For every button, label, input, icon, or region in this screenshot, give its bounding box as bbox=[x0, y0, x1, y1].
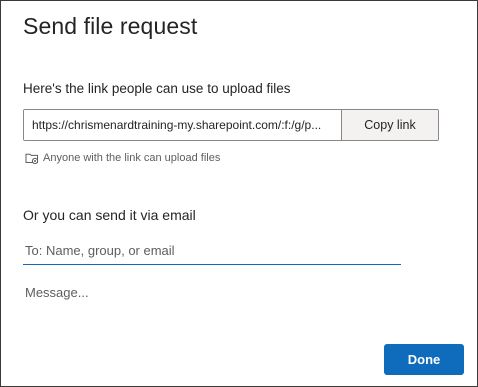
link-row: https://chrismenardtraining-my.sharepoin… bbox=[23, 109, 439, 141]
email-section-label: Or you can send it via email bbox=[23, 207, 196, 223]
send-file-request-dialog: Send file request Here's the link people… bbox=[0, 0, 478, 387]
copy-link-button[interactable]: Copy link bbox=[341, 110, 438, 140]
message-input[interactable] bbox=[23, 283, 443, 323]
link-section-label: Here's the link people can use to upload… bbox=[23, 81, 291, 96]
done-button[interactable]: Done bbox=[384, 344, 464, 375]
folder-link-icon bbox=[25, 151, 39, 165]
permission-info[interactable]: Anyone with the link can upload files bbox=[25, 151, 220, 165]
permission-text: Anyone with the link can upload files bbox=[43, 152, 221, 164]
dialog-title: Send file request bbox=[23, 13, 198, 39]
to-recipients-input[interactable] bbox=[23, 237, 401, 265]
link-url-field[interactable]: https://chrismenardtraining-my.sharepoin… bbox=[24, 110, 341, 140]
